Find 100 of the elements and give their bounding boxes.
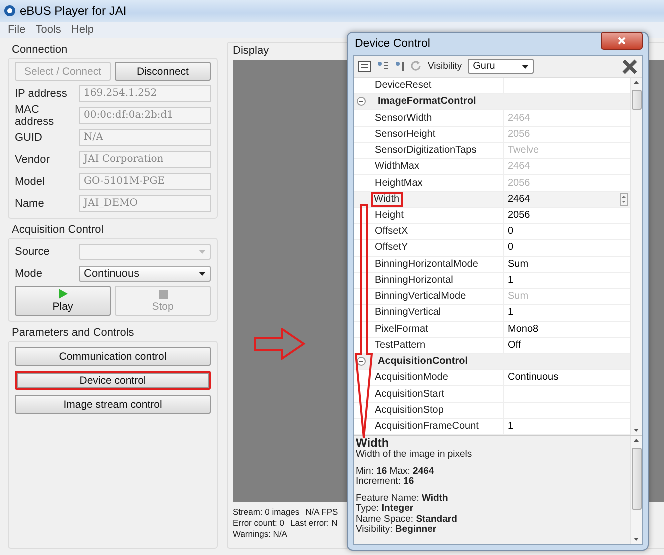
group-title: Display (233, 45, 270, 57)
property-value: Sum (508, 258, 529, 270)
refresh-icon[interactable] (411, 61, 422, 72)
scrollbar-thumb[interactable] (632, 90, 642, 110)
feature-detail: Name Space: Standard (356, 514, 458, 525)
property-name: WidthMax (374, 161, 420, 172)
property-value: 2056 (508, 210, 530, 221)
property-value: 2464 (508, 112, 530, 124)
expand-list-icon[interactable] (377, 61, 389, 72)
play-icon (58, 289, 68, 299)
property-row[interactable]: AcquisitionStop (354, 402, 630, 419)
status-text: Error count: 0 (233, 518, 284, 529)
field-label: GUID (15, 132, 44, 144)
visibility-dropdown[interactable]: Guru (468, 59, 534, 74)
property-value: 1 (508, 274, 514, 286)
category-row[interactable]: ImageFormatControl (354, 94, 630, 110)
scroll-up-icon (634, 439, 639, 442)
status-text: Last error: N (290, 518, 338, 529)
property-row[interactable]: AcquisitionMode Continuous (354, 370, 630, 386)
property-row[interactable]: WidthMax 2464 (354, 159, 630, 176)
property-value: Mono8 (508, 324, 539, 335)
dropdown[interactable]: Continuous (79, 266, 211, 282)
status-text: N/A FPS (306, 507, 338, 518)
property-row[interactable]: BinningVertical 1 (354, 305, 630, 322)
property-row[interactable]: Width 2464 (354, 192, 630, 208)
readonly-field: 00:0c:df:0a:2b:d1 (79, 107, 211, 124)
property-name: TestPattern (374, 340, 427, 351)
control-button[interactable]: Device control (15, 371, 211, 390)
property-row[interactable]: BinningHorizontal 1 (354, 272, 630, 290)
property-value: 2464 (508, 161, 530, 172)
property-row[interactable]: BinningHorizontalMode Sum (354, 256, 630, 273)
close-button[interactable] (601, 32, 643, 50)
app-logo-icon (4, 5, 16, 17)
control-button[interactable]: Communication control (15, 347, 211, 366)
property-name: BinningVerticalMode (374, 291, 468, 302)
close-panel-icon[interactable] (622, 58, 638, 74)
property-name: SensorDigitizationTaps (374, 145, 478, 156)
field-label: IP address (15, 88, 68, 100)
property-name: HeightMax (374, 178, 424, 189)
scroll-up-icon (634, 81, 639, 84)
scrollbar-thumb[interactable] (632, 448, 642, 510)
property-value: Twelve (508, 145, 540, 156)
scrollbar[interactable] (630, 78, 642, 435)
category-row[interactable]: AcquisitionControl (354, 354, 630, 370)
group-title: Connection (11, 43, 69, 58)
group-title: Acquisition Control (11, 223, 105, 238)
dialog-title: Device Control (355, 38, 430, 50)
property-value: 1 (508, 307, 514, 318)
window-icon[interactable] (358, 61, 371, 72)
property-value: Off (508, 340, 522, 351)
readonly-field: JAI_DEMO (79, 195, 211, 212)
feature-detail: Type: Integer (356, 504, 415, 514)
property-value: 1 (508, 421, 514, 432)
dropdown-arrow-icon (199, 250, 206, 254)
disconnect-button[interactable]: Disconnect (115, 62, 211, 81)
field-label: Model (15, 176, 46, 188)
scroll-down-icon (634, 538, 639, 541)
dropdown-arrow-icon (199, 272, 206, 276)
property-name: OffsetX (374, 226, 410, 238)
window-title: eBUS Player for JAI (20, 4, 127, 18)
property-row[interactable]: BinningVerticalMode Sum (354, 289, 630, 306)
readonly-field: GO-5101M-PGE (79, 173, 211, 190)
play-button[interactable]: Play (15, 286, 111, 316)
property-name: BinningHorizontalMode (374, 258, 480, 270)
property-value: 2056 (508, 128, 530, 140)
property-row[interactable]: Height 2056 (354, 208, 630, 224)
feature-detail: Visibility: Beginner (356, 525, 438, 536)
property-name: AcquisitionMode (374, 372, 450, 384)
property-name: AcquisitionStop (374, 404, 445, 416)
close-icon (618, 37, 626, 45)
property-row[interactable]: SensorHeight 2056 (354, 126, 630, 143)
menu-item[interactable]: Tools (36, 24, 62, 36)
dropdown-arrow-icon (522, 64, 530, 68)
property-name: SensorWidth (374, 112, 434, 124)
field-label: Mode (15, 268, 44, 280)
collapse-list-icon[interactable] (395, 61, 405, 72)
visibility-label: Visibility (428, 61, 462, 72)
property-row[interactable]: SensorDigitizationTaps Twelve (354, 142, 630, 160)
property-row[interactable]: OffsetX 0 (354, 224, 630, 240)
property-name: DeviceReset (374, 80, 433, 92)
property-name: AcquisitionStart (374, 388, 446, 400)
readonly-field: JAI Corporation (79, 151, 211, 168)
property-row[interactable]: PixelFormat Mono8 (354, 322, 630, 338)
property-name: OffsetY (374, 242, 410, 254)
spin-arrows-icon (620, 192, 628, 206)
collapse-icon (357, 97, 366, 106)
property-row[interactable]: OffsetY 0 (354, 240, 630, 257)
menu-item[interactable]: File (8, 24, 26, 36)
field-label: MAC address (15, 104, 56, 128)
property-row[interactable]: SensorWidth 2464 (354, 110, 630, 127)
property-value: 0 (508, 242, 514, 254)
feature-detail: Feature Name: Width (356, 494, 450, 504)
menu-item[interactable]: Help (71, 24, 94, 36)
control-button[interactable]: Image stream control (15, 395, 211, 414)
scrollbar[interactable] (630, 436, 642, 544)
field-label: Vendor (15, 154, 51, 166)
property-name: SensorHeight (374, 128, 437, 140)
status-text: Stream: 0 images (233, 507, 300, 518)
stop-icon (158, 290, 168, 298)
property-row[interactable]: AcquisitionStart (354, 386, 630, 403)
